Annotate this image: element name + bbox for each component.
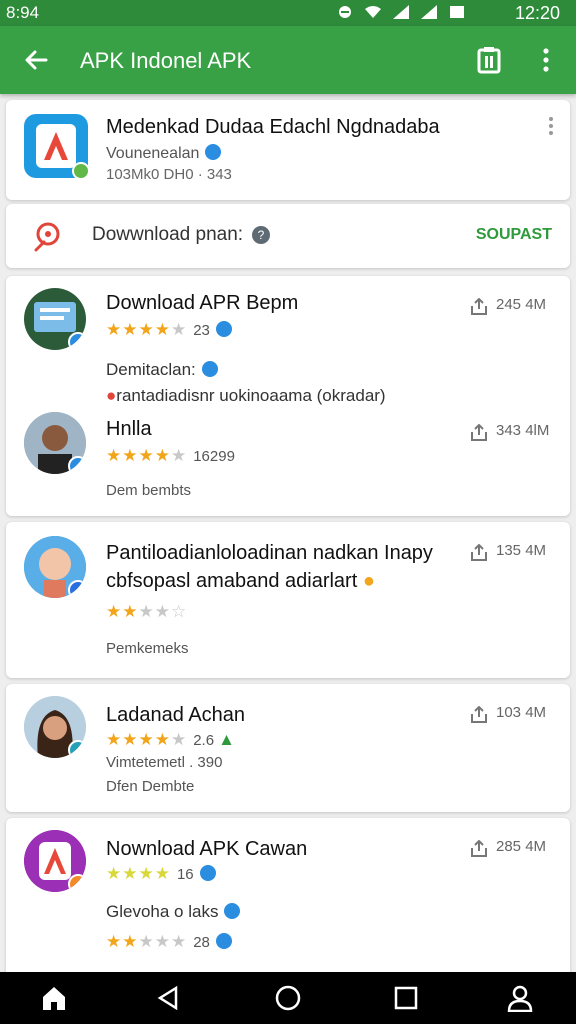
verified-check-icon [199,865,216,881]
profile-icon[interactable] [506,984,534,1012]
battery-icon [450,6,464,18]
recents-icon[interactable] [392,984,420,1012]
list-item-sub: Dem bembts [106,482,192,499]
overflow-menu-icon[interactable] [536,46,556,74]
list-item-avatar [24,830,86,892]
item-size: 103 4M [496,704,547,721]
list-item-line2: ●rantadiadisnr uokinoaama (okradar) [106,386,386,405]
verified-badge-icon [68,874,86,892]
rating-stars: ★★★★☆ [106,602,188,621]
signal-icon [393,5,409,19]
item-size: 285 4M [496,838,547,855]
app-bar-title: APK Indonel APK [80,48,252,73]
list-item-line: Demitaclan: [106,360,218,380]
rating-stars: ★★★★★ 2.6 ▲ [106,730,236,749]
app-meta: 103Mk0 DH0 · 343 [106,166,232,183]
rating-stars: ★★★★ 16 [106,864,216,884]
pin-icon: ● [362,570,375,592]
list-item-avatar [24,696,86,758]
download-row[interactable]: Dowwnload pnan: ? SOUPAST [6,204,570,268]
list-item-title[interactable]: Hnlla [106,418,152,441]
list-item-title[interactable]: Pantiloadianloloadinan nadkan Inapy [106,542,433,565]
status-left-text: 8:94 [6,3,40,22]
share-icon[interactable] [470,298,488,316]
verified-check-icon [201,361,218,377]
list-item-avatar [24,536,86,598]
verified-check-icon [224,903,241,919]
list-item-title[interactable]: Download APR Bepm [106,292,298,315]
share-icon[interactable] [470,706,488,724]
info-icon[interactable]: ? [252,226,270,244]
list-item-line2: cbfsopasl amaband adiarlart ● [106,570,375,592]
app-title: Medenkad Dudaa Edachl Ngdnadaba [106,116,440,138]
verified-check-icon [205,144,222,160]
list-card-4: Nownload APK Cawan ★★★★ 16 285 4M Glevoha… [6,818,570,978]
item-size: 245 4M [496,296,547,313]
trend-up-icon: ▲ [218,730,236,749]
app-bar: APK Indonel APK [0,26,576,94]
wifi-icon [365,6,381,18]
list-card-2: Pantiloadianloloadinan nadkan Inapy cbfs… [6,522,570,678]
list-item-title[interactable]: Nownload APK Cawan [106,838,307,861]
item-size: 135 4M [496,542,547,559]
item-size: 343 4lM [496,422,550,439]
signal-icon-2 [421,5,437,19]
download-location-icon [34,222,60,252]
verified-badge-icon [68,332,86,350]
do-not-disturb-icon [339,6,351,18]
share-icon[interactable] [470,840,488,858]
app-developer: Vounenealan [106,144,222,163]
list-card-1: Download APR Bepm ★★★★★ 23 245 4M Demitac… [6,276,570,516]
share-icon[interactable] [470,544,488,562]
status-clock: 12:20 [514,3,560,23]
clipboard-icon[interactable] [476,46,502,74]
status-bar: 8:94 12:20 [0,0,576,26]
list-item-sub: Dfen Dembte [106,778,195,795]
list-item-title[interactable]: Ladanad Achan [106,704,245,727]
app-header-card[interactable]: Medenkad Dudaa Edachl Ngdnadaba Vounenea… [6,100,570,200]
verified-check-icon [215,933,232,949]
navigation-bar [0,972,576,1024]
list-item-line2: Glevoha o laks [106,902,241,922]
verified-badge-icon [68,456,86,474]
app-icon [24,114,90,180]
share-icon[interactable] [470,424,488,442]
back-icon[interactable] [154,984,182,1012]
list-item-avatar [24,412,86,474]
verified-badge-icon [72,162,90,180]
list-item-avatar [24,288,86,350]
rating-stars: ★★★★★ 16299 [106,446,235,465]
location-pin-icon: ● [106,386,117,405]
home-icon[interactable] [40,984,68,1012]
rating-stars: ★★★★★ 23 [106,320,232,340]
back-arrow-icon[interactable] [20,44,52,76]
list-card-3: Ladanad Achan ★★★★★ 2.6 ▲ 103 4M Vimteteme… [6,684,570,812]
apk-logo-icon [36,124,76,168]
verified-badge-icon [68,580,86,598]
verified-badge-icon [68,740,86,758]
list-item-sub: Pemkemeks [106,640,189,657]
card-menu-icon[interactable] [548,116,554,136]
download-label: Dowwnload pnan: [92,224,244,245]
home-circle-icon[interactable] [274,984,302,1012]
rating-stars-2: ★★★★★ 28 [106,932,232,952]
verified-check-icon [215,321,232,337]
list-item-line2: Vimtetemetl . 390 [106,754,223,771]
download-action-button[interactable]: SOUPAST [476,226,552,244]
status-icons [336,4,466,20]
